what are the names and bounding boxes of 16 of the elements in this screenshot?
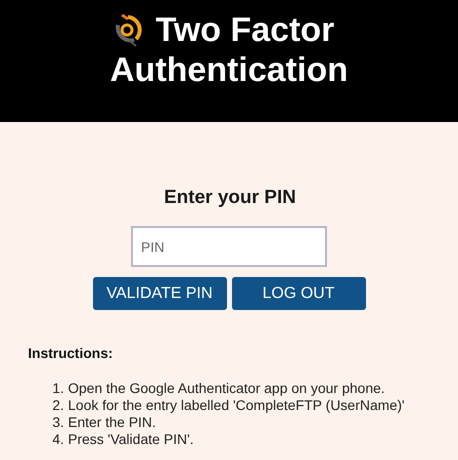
step-number: 4. xyxy=(51,431,64,448)
step-text: Look for the entry labelled 'CompleteFTP (UserName)' xyxy=(68,397,405,414)
step-text: Press 'Validate PIN'. xyxy=(68,431,194,448)
page-title: Authentication xyxy=(110,50,348,90)
step-number: 2. xyxy=(51,397,64,414)
validate-button[interactable]: VALIDATE PIN xyxy=(92,277,226,310)
step-number: 3. xyxy=(51,414,64,431)
pin-field[interactable]: PIN xyxy=(131,226,327,267)
logo-icon xyxy=(114,13,142,47)
logout-button[interactable]: LOG OUT xyxy=(232,277,366,310)
step-text: Open the Google Authenticator app on your phone. xyxy=(68,380,385,397)
form-heading: Enter your PIN xyxy=(164,187,296,209)
step-number: 1. xyxy=(51,380,64,397)
page-title: Two Factor xyxy=(156,10,334,50)
step-text: Enter the PIN. xyxy=(68,414,156,431)
instructions-heading: Instructions: xyxy=(28,345,114,361)
